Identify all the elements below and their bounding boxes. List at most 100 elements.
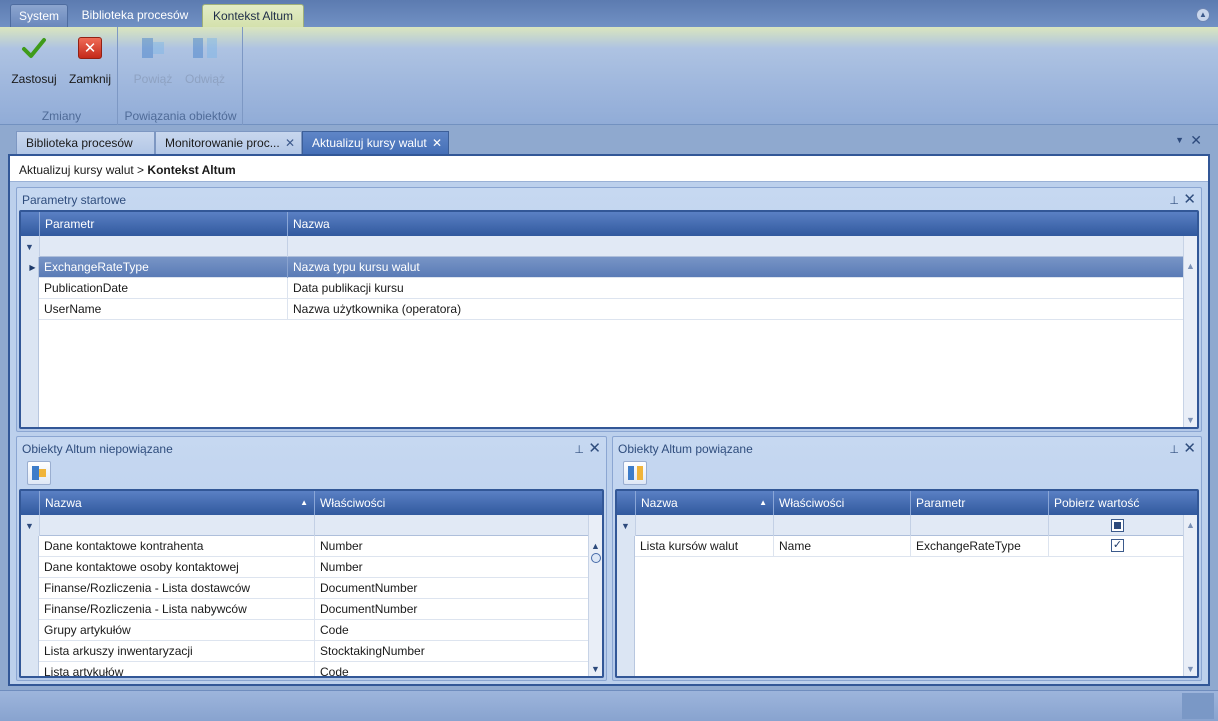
vertical-scrollbar[interactable]: ▲ ▼ bbox=[1183, 515, 1197, 676]
close-tab-icon[interactable]: ✕ bbox=[285, 132, 295, 154]
column-header-nazwa[interactable]: Nazwa ▲ bbox=[635, 491, 773, 515]
filter-row-indicator: ▼ bbox=[21, 236, 39, 257]
filter-row[interactable]: ▼ bbox=[21, 236, 1183, 257]
scroll-up-icon[interactable]: ▲ bbox=[1186, 520, 1195, 530]
column-header-nazwa[interactable]: Nazwa bbox=[287, 212, 1183, 236]
scroll-up-icon[interactable]: ▲ bbox=[591, 541, 600, 551]
table-cell: UserName bbox=[44, 302, 102, 316]
filter-cell[interactable] bbox=[39, 236, 287, 257]
filter-row[interactable]: ▼ bbox=[617, 515, 1183, 536]
filter-cell[interactable] bbox=[39, 515, 314, 536]
unlink-label: Odwiąż bbox=[184, 72, 225, 86]
scroll-down-icon[interactable]: ▼ bbox=[591, 664, 600, 674]
table-cell: Finanse/Rozliczenia - Lista dostawców bbox=[44, 581, 251, 595]
close-panel-icon[interactable]: ✕ bbox=[1183, 190, 1196, 208]
ribbon-tab-biblioteka-procesow[interactable]: Biblioteka procesów bbox=[74, 4, 196, 27]
column-header-wlasciwosci[interactable]: Właściwości bbox=[314, 491, 588, 515]
ribbon-tab-kontekst-altum[interactable]: Kontekst Altum bbox=[202, 4, 304, 27]
table-cell: Number bbox=[314, 536, 588, 557]
close-panel-icon[interactable]: ✕ bbox=[588, 439, 601, 457]
close-tab-icon[interactable]: ✕ bbox=[432, 132, 442, 154]
close-document-icon[interactable]: ✕ bbox=[1190, 132, 1202, 149]
doc-tab-aktualizuj-kursy[interactable]: Aktualizuj kursy walut ✕ bbox=[302, 131, 449, 154]
table-cell: DocumentNumber bbox=[314, 578, 588, 599]
link-label: Powiąż bbox=[133, 72, 173, 86]
link-icon bbox=[32, 466, 46, 480]
scroll-down-icon[interactable]: ▼ bbox=[1186, 415, 1195, 425]
group-label-powiazania: Powiązania obiektów bbox=[124, 109, 237, 123]
close-panel-icon[interactable]: ✕ bbox=[1183, 439, 1196, 457]
document-tab-strip: Biblioteka procesów Monitorowanie proc..… bbox=[8, 129, 1210, 154]
row-indicator bbox=[21, 641, 39, 662]
column-header-wlasciwosci[interactable]: Właściwości bbox=[773, 491, 910, 515]
link-object-button[interactable] bbox=[27, 461, 51, 485]
table-cell: Lista kursów walut bbox=[640, 539, 739, 553]
ribbon-tab-strip: System Biblioteka procesów Kontekst Altu… bbox=[0, 0, 1218, 27]
ribbon-group-zmiany: Zastosuj ✕ Zamknij Zmiany bbox=[6, 27, 118, 125]
breadcrumb-path[interactable]: Aktualizuj kursy walut > bbox=[19, 163, 144, 177]
table-row[interactable]: PublicationDate Data publikacji kursu bbox=[21, 278, 1183, 299]
filter-row-indicator: ▼ bbox=[21, 515, 39, 536]
table-cell: Lista artykułów bbox=[44, 665, 124, 678]
scroll-thumb[interactable] bbox=[591, 553, 601, 563]
column-label: Nazwa bbox=[641, 496, 678, 510]
status-bar bbox=[0, 690, 1218, 721]
filter-cell[interactable] bbox=[635, 515, 773, 536]
minimize-ribbon-icon[interactable]: ▲ bbox=[1196, 8, 1210, 22]
apply-button[interactable]: Zastosuj bbox=[6, 29, 62, 89]
vertical-scrollbar[interactable]: ▲ ▼ bbox=[588, 515, 602, 676]
filter-row[interactable]: ▼ bbox=[21, 515, 588, 536]
scroll-down-icon[interactable]: ▼ bbox=[1186, 664, 1195, 674]
unlink-object-button[interactable] bbox=[623, 461, 647, 485]
row-indicator bbox=[21, 557, 39, 578]
tab-list-dropdown-icon[interactable]: ▼ bbox=[1175, 135, 1184, 145]
doc-tab-biblioteka[interactable]: Biblioteka procesów bbox=[16, 131, 155, 154]
resize-grip[interactable] bbox=[1182, 693, 1214, 719]
close-button[interactable]: ✕ Zamknij bbox=[62, 29, 118, 89]
vertical-scrollbar[interactable]: ▲ ▼ bbox=[1183, 236, 1197, 427]
table-row[interactable]: Lista kursów walut Name ExchangeRateType… bbox=[617, 536, 1183, 557]
filter-checkbox[interactable] bbox=[1111, 519, 1124, 532]
group-label-zmiany: Zmiany bbox=[41, 109, 82, 123]
table-row[interactable]: Dane kontaktowe kontrahenta Number bbox=[21, 536, 588, 557]
row-indicator bbox=[617, 536, 635, 557]
grid-header-corner bbox=[617, 491, 635, 515]
linked-objects-panel: Obiekty Altum powiązane ⊥ ✕ Nazwa ▲ Właśc… bbox=[612, 436, 1202, 681]
column-header-parametr[interactable]: Parametr bbox=[910, 491, 1048, 515]
filter-cell[interactable] bbox=[314, 515, 588, 536]
filter-cell[interactable] bbox=[287, 236, 1183, 257]
table-cell: PublicationDate bbox=[44, 281, 129, 295]
table-row[interactable]: Lista arkuszy inwentaryzacji StocktakingN… bbox=[21, 641, 588, 662]
column-header-pobierz-wartosc[interactable]: Pobierz wartość bbox=[1048, 491, 1183, 515]
pin-icon[interactable]: ⊥ bbox=[574, 443, 584, 456]
row-indicator bbox=[21, 278, 39, 299]
column-header-nazwa[interactable]: Nazwa ▲ bbox=[39, 491, 314, 515]
column-header-parametr[interactable]: Parametr bbox=[39, 212, 287, 236]
ribbon-tab-system[interactable]: System bbox=[10, 4, 68, 27]
doc-tab-monitorowanie[interactable]: Monitorowanie proc... ✕ bbox=[155, 131, 302, 154]
filter-cell[interactable] bbox=[910, 515, 1048, 536]
filter-cell[interactable] bbox=[1048, 515, 1183, 536]
table-row[interactable]: ▶ ExchangeRateType Nazwa typu kursu walu… bbox=[21, 257, 1183, 278]
pin-icon[interactable]: ⊥ bbox=[1169, 443, 1179, 456]
pin-icon[interactable]: ⊥ bbox=[1169, 194, 1179, 207]
close-icon: ✕ bbox=[78, 37, 102, 59]
table-cell: StocktakingNumber bbox=[314, 641, 588, 662]
table-row[interactable]: Finanse/Rozliczenia - Lista nabywców Docu… bbox=[21, 599, 588, 620]
table-row[interactable]: Grupy artykułów Code bbox=[21, 620, 588, 641]
breadcrumb: Aktualizuj kursy walut > Kontekst Altum bbox=[10, 156, 1208, 182]
pobierz-wartosc-checkbox[interactable]: ✓ bbox=[1111, 539, 1124, 552]
grid-header: Nazwa ▲ Właściwości bbox=[21, 491, 602, 515]
unlink-button[interactable]: Odwiąż bbox=[177, 29, 233, 89]
table-cell: DocumentNumber bbox=[314, 599, 588, 620]
row-indicator bbox=[21, 299, 39, 320]
linked-grid: Nazwa ▲ Właściwości Parametr Pobierz wart… bbox=[615, 489, 1199, 678]
scroll-up-icon[interactable]: ▲ bbox=[1186, 261, 1195, 271]
table-row[interactable]: Finanse/Rozliczenia - Lista dostawców Doc… bbox=[21, 578, 588, 599]
filter-cell[interactable] bbox=[773, 515, 910, 536]
table-row[interactable]: UserName Nazwa użytkownika (operatora) bbox=[21, 299, 1183, 320]
link-button[interactable]: Powiąż bbox=[125, 29, 181, 89]
params-grid: Parametr Nazwa ▼ ▶ ExchangeRateType Nazw… bbox=[19, 210, 1199, 429]
table-row[interactable]: Dane kontaktowe osoby kontaktowej Number bbox=[21, 557, 588, 578]
table-row[interactable]: Lista artykułów Code bbox=[21, 662, 588, 678]
